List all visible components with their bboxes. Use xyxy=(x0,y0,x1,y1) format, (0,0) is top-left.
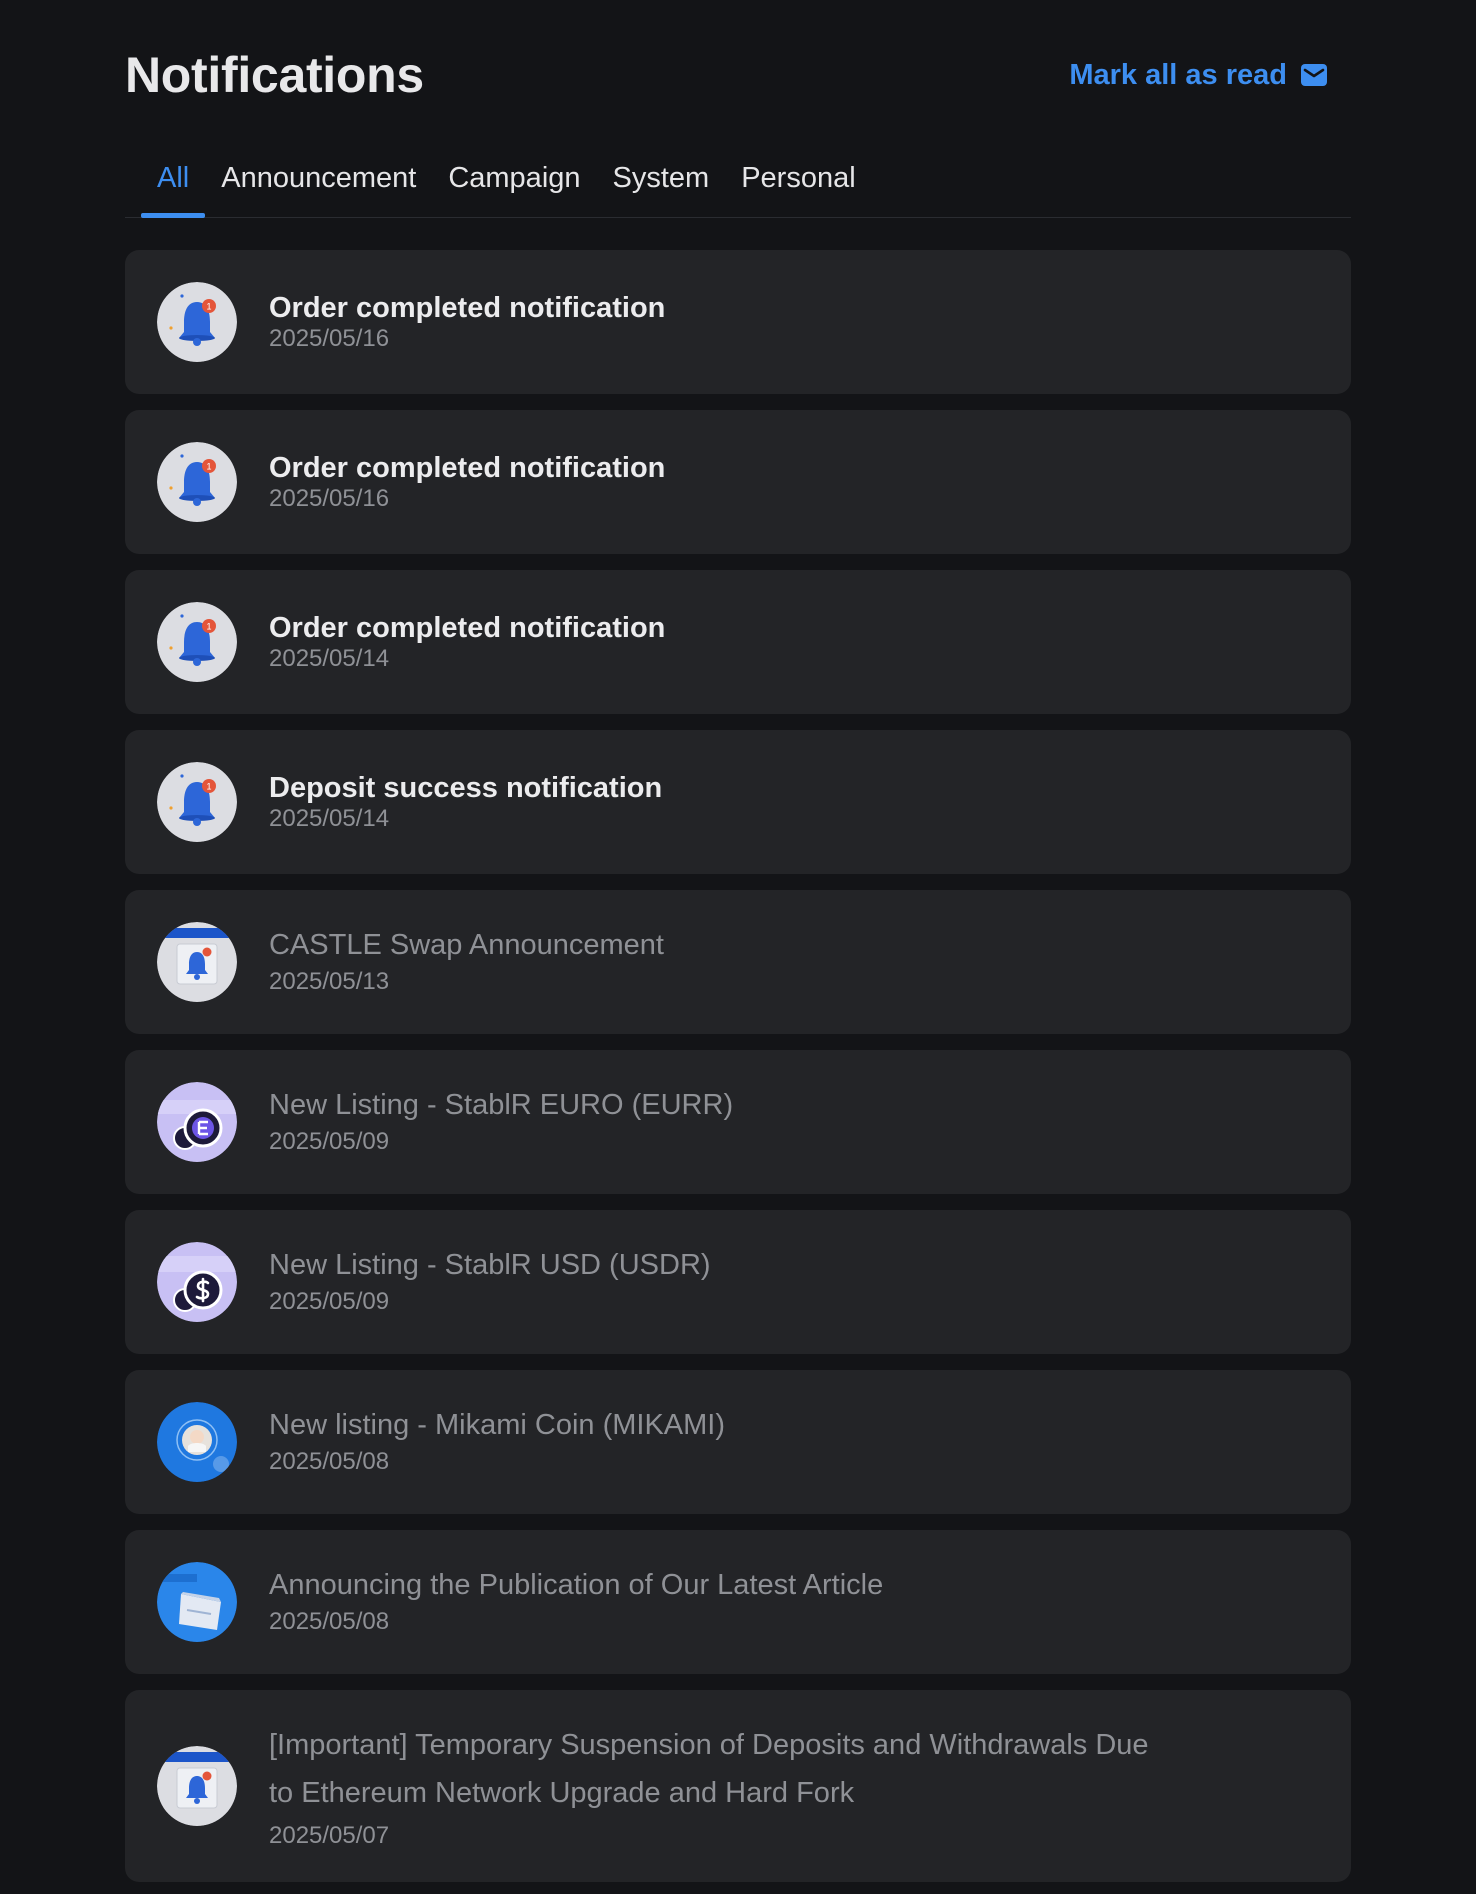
notification-date: 2025/05/14 xyxy=(269,805,390,832)
usdr-coin-icon xyxy=(157,1242,237,1322)
tab-personal[interactable]: Personal xyxy=(725,162,871,217)
notification-title: Deposit success notification xyxy=(269,772,663,804)
tab-system[interactable]: System xyxy=(597,162,726,217)
notification-item[interactable]: Announcing the Publication of Our Latest… xyxy=(125,1530,1351,1674)
notification-title: CASTLE Swap Announcement xyxy=(269,929,664,961)
page-title: Notifications xyxy=(125,47,424,103)
tab-campaign[interactable]: Campaign xyxy=(432,162,596,217)
notification-item[interactable]: New listing - Mikami Coin (MIKAMI) 2025/… xyxy=(125,1370,1351,1514)
announcement-bell-icon xyxy=(157,922,237,1002)
mikami-coin-icon xyxy=(157,1402,237,1482)
notification-title: [Important] Temporary Suspension of Depo… xyxy=(269,1729,1149,1761)
notification-item[interactable]: 1 Order completed notification 2025/05/1… xyxy=(125,250,1351,394)
notification-title: Order completed notification xyxy=(269,292,666,324)
notification-title: Order completed notification xyxy=(269,612,666,644)
notification-item[interactable]: [Important] Temporary Suspension of Depo… xyxy=(125,1690,1351,1882)
page-header: Notifications Mark all as read xyxy=(125,0,1351,150)
tab-announcement[interactable]: Announcement xyxy=(205,162,432,217)
article-icon xyxy=(157,1562,237,1642)
eurr-coin-icon xyxy=(157,1082,237,1162)
notification-date: 2025/05/13 xyxy=(269,968,390,995)
notification-title-line2: to Ethereum Network Upgrade and Hard For… xyxy=(269,1777,855,1809)
category-tabs: All Announcement Campaign System Persona… xyxy=(125,150,1351,218)
notification-title: New Listing - StablR EURO (EURR) xyxy=(269,1089,734,1121)
notification-date: 2025/05/16 xyxy=(269,485,390,512)
notification-item[interactable]: New Listing - StablR USD (USDR) 2025/05/… xyxy=(125,1210,1351,1354)
notification-date: 2025/05/16 xyxy=(269,325,390,352)
svg-text:1: 1 xyxy=(206,782,211,792)
bell-icon: 1 xyxy=(157,762,237,842)
notification-date: 2025/05/09 xyxy=(269,1288,390,1315)
bell-icon: 1 xyxy=(157,282,237,362)
mark-all-read-label: Mark all as read xyxy=(1069,58,1287,91)
svg-text:1: 1 xyxy=(206,302,211,312)
mark-all-read-button[interactable]: Mark all as read xyxy=(1069,59,1329,92)
notification-list: 1 Order completed notification 2025/05/1… xyxy=(125,250,1351,1882)
envelope-check-icon xyxy=(1299,60,1329,90)
svg-text:1: 1 xyxy=(206,462,211,472)
notification-title: Announcing the Publication of Our Latest… xyxy=(269,1569,884,1601)
notification-date: 2025/05/09 xyxy=(269,1128,390,1155)
notification-item[interactable]: CASTLE Swap Announcement 2025/05/13 xyxy=(125,890,1351,1034)
bell-icon: 1 xyxy=(157,442,237,522)
bell-icon: 1 xyxy=(157,602,237,682)
notification-item[interactable]: 1 Order completed notification 2025/05/1… xyxy=(125,410,1351,554)
notifications-page: Notifications Mark all as read All Annou… xyxy=(0,0,1476,1894)
notification-date: 2025/05/14 xyxy=(269,645,390,672)
notification-date: 2025/05/08 xyxy=(269,1608,390,1635)
notification-title: New listing - Mikami Coin (MIKAMI) xyxy=(269,1409,725,1441)
svg-text:1: 1 xyxy=(206,622,211,632)
notification-item[interactable]: New Listing - StablR EURO (EURR) 2025/05… xyxy=(125,1050,1351,1194)
announcement-bell-icon xyxy=(157,1746,237,1826)
notification-date: 2025/05/08 xyxy=(269,1448,390,1475)
notification-title: Order completed notification xyxy=(269,452,666,484)
notification-item[interactable]: 1 Deposit success notification 2025/05/1… xyxy=(125,730,1351,874)
notification-title: New Listing - StablR USD (USDR) xyxy=(269,1249,711,1281)
notification-date: 2025/05/07 xyxy=(269,1822,390,1849)
notification-item[interactable]: 1 Order completed notification 2025/05/1… xyxy=(125,570,1351,714)
tab-all[interactable]: All xyxy=(141,162,206,218)
